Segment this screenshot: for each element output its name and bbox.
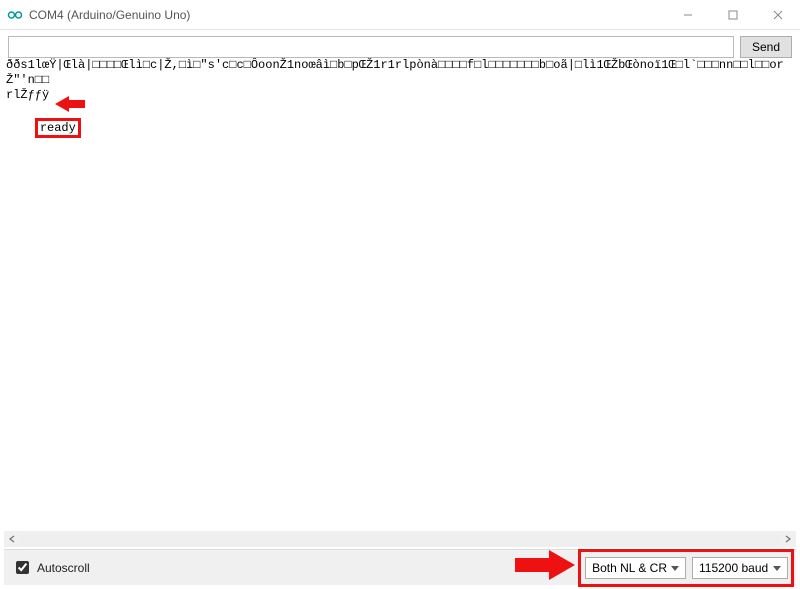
- serial-output: ððs1lœŸ|Œlà|□□□□Œlì□c|Ž,□ì□"s'c□c□ÔoonŽ1…: [4, 58, 796, 529]
- horizontal-scrollbar[interactable]: [4, 531, 796, 547]
- line-ending-value: Both NL & CR: [592, 561, 667, 575]
- baud-rate-select[interactable]: 115200 baud: [692, 557, 788, 579]
- autoscroll-label: Autoscroll: [37, 561, 90, 575]
- ready-highlight: ready: [35, 118, 81, 138]
- output-line: ready: [6, 103, 794, 153]
- autoscroll-input[interactable]: [16, 561, 29, 574]
- maximize-button[interactable]: [710, 0, 755, 29]
- window-title: COM4 (Arduino/Genuino Uno): [29, 8, 190, 22]
- chevron-left-icon[interactable]: [4, 531, 20, 547]
- line-ending-select[interactable]: Both NL & CR: [585, 557, 686, 579]
- baud-rate-value: 115200 baud: [699, 561, 768, 575]
- send-button[interactable]: Send: [740, 36, 792, 58]
- minimize-button[interactable]: [665, 0, 710, 29]
- chevron-right-icon[interactable]: [780, 531, 796, 547]
- output-line: ððs1lœŸ|Œlà|□□□□Œlì□c|Ž,□ì□"s'c□c□ÔoonŽ1…: [6, 58, 794, 88]
- window-controls: [665, 0, 800, 29]
- autoscroll-checkbox[interactable]: Autoscroll: [12, 558, 90, 577]
- close-button[interactable]: [755, 0, 800, 29]
- scroll-track[interactable]: [20, 531, 780, 547]
- titlebar: COM4 (Arduino/Genuino Uno): [0, 0, 800, 30]
- serial-input[interactable]: [8, 36, 734, 58]
- arduino-logo-icon: [7, 7, 23, 23]
- status-bar: Autoscroll Both NL & CR 115200 baud: [4, 549, 796, 585]
- output-line: rlŽƒƒÿ: [6, 88, 794, 103]
